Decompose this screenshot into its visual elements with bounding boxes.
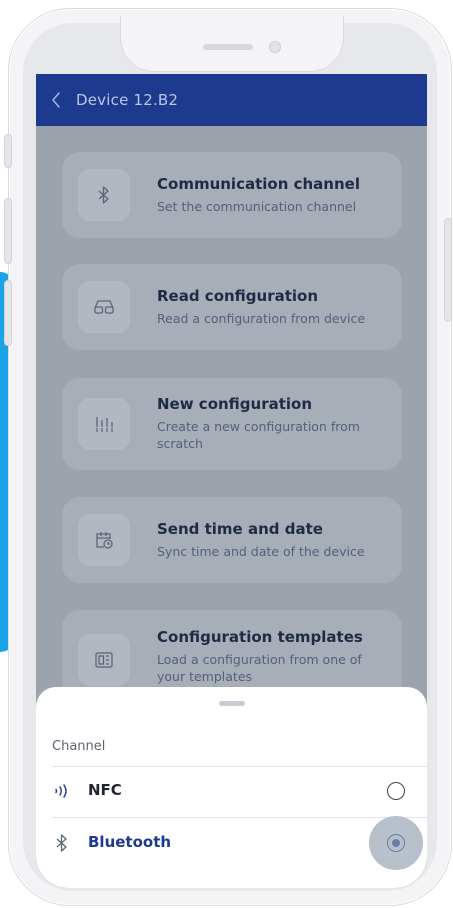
menu-item-read-configuration[interactable]: Read configuration Read a configuration … (62, 264, 402, 350)
volume-up-button (4, 198, 12, 264)
option-nfc[interactable]: NFC (36, 767, 427, 815)
volume-down-button (4, 280, 12, 346)
mute-switch (4, 134, 12, 168)
page-title: Device 12.B2 (76, 91, 179, 109)
option-bluetooth[interactable]: Bluetooth (36, 816, 427, 870)
menu-item-title: New configuration (157, 395, 313, 413)
power-button (444, 218, 452, 322)
menu-item-title: Send time and date (157, 520, 323, 538)
app-bar: Device 12.B2 (36, 74, 427, 126)
front-camera (269, 41, 281, 53)
menu-item-send-time-and-date[interactable]: Send time and date Sync time and date of… (62, 497, 402, 583)
phone-notch (120, 16, 344, 72)
menu-item-title: Configuration templates (157, 628, 363, 646)
nfc-icon (52, 781, 72, 801)
menu-item-title: Read configuration (157, 287, 319, 305)
divider (52, 817, 427, 818)
sheet-label: Channel (52, 739, 106, 754)
bluetooth-icon (52, 833, 72, 853)
template-icon (78, 634, 130, 686)
phone-screen: Device 12.B2 Communication channel Set t… (36, 74, 427, 888)
option-label: NFC (88, 781, 122, 799)
radio-bluetooth[interactable] (387, 834, 405, 852)
calendar-clock-icon (78, 514, 130, 566)
menu-item-communication-channel[interactable]: Communication channel Set the communicat… (62, 152, 402, 238)
menu-item-subtitle: Set the communication channel (157, 199, 357, 214)
chevron-left-icon[interactable] (36, 74, 76, 126)
channel-bottom-sheet: Channel NFC Bluetooth (36, 687, 427, 888)
menu-item-subtitle: Read a configuration from device (157, 311, 366, 326)
drag-handle[interactable] (219, 701, 245, 706)
menu-item-subtitle: Load a configuration from one of your te… (157, 652, 362, 684)
bluetooth-icon (78, 169, 130, 221)
menu-item-subtitle: Create a new configuration from scratch (157, 419, 360, 451)
menu-item-title: Communication channel (157, 175, 360, 193)
menu-item-new-configuration[interactable]: New configuration Create a new configura… (62, 378, 402, 470)
glasses-icon (78, 281, 130, 333)
option-label: Bluetooth (88, 833, 172, 851)
equalizer-icon (78, 398, 130, 450)
radio-nfc[interactable] (387, 782, 405, 800)
menu-item-subtitle: Sync time and date of the device (157, 544, 365, 559)
speaker-grille (203, 44, 253, 50)
